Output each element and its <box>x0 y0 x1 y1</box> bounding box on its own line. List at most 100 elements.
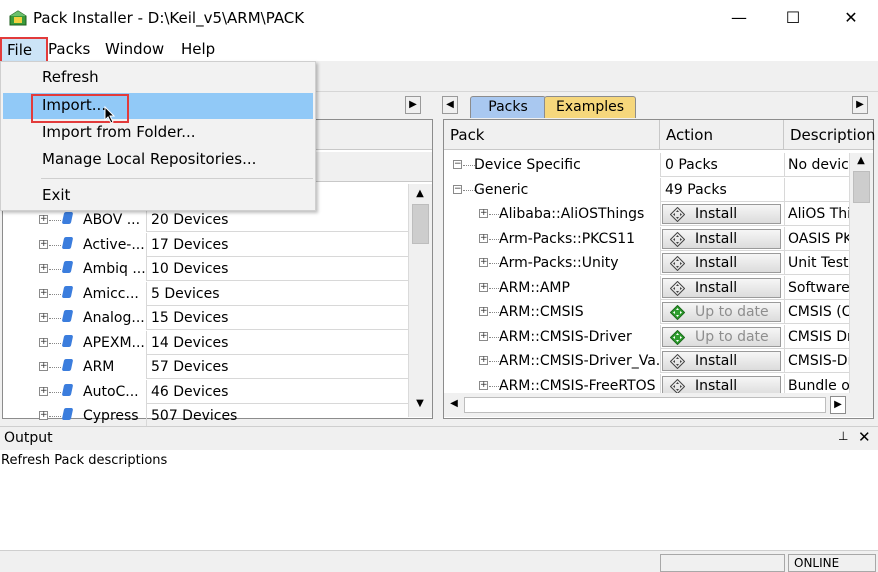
mouse-cursor-icon <box>104 106 116 124</box>
scroll-thumb[interactable] <box>412 204 429 244</box>
column-action[interactable]: Action <box>660 120 784 150</box>
device-vendor-row[interactable]: + AutoC... 46 Devices <box>3 379 408 404</box>
pack-row[interactable]: − Device Specific 0 Packs No device <box>444 153 849 177</box>
expand-icon[interactable]: + <box>39 215 48 224</box>
device-vendor-row[interactable]: + APEXM... 14 Devices <box>3 330 408 355</box>
menu-item-import-folder[interactable]: Import from Folder... <box>42 123 196 141</box>
action-label: Up to date <box>695 328 769 345</box>
collapse-icon[interactable]: − <box>453 184 462 194</box>
scroll-left-icon[interactable]: ◀ <box>446 396 462 414</box>
device-vendor-row[interactable]: + Ambiq ... 10 Devices <box>3 257 408 281</box>
minimize-button[interactable]: — <box>716 0 762 37</box>
device-chip-icon <box>61 334 74 347</box>
packs-hscroll[interactable]: ◀ ▶ <box>444 393 873 417</box>
tab-scroll-right-icon[interactable]: ▶ <box>852 96 868 114</box>
menu-item-exit[interactable]: Exit <box>42 186 70 204</box>
expand-icon[interactable]: + <box>39 288 48 298</box>
packs-vscroll[interactable]: ▲ <box>849 153 873 393</box>
collapse-icon[interactable]: − <box>453 160 462 169</box>
expand-icon[interactable]: + <box>39 264 48 273</box>
scroll-thumb[interactable] <box>853 171 870 203</box>
pack-name: ARM::AMP <box>499 279 570 296</box>
tab-packs[interactable]: Packs <box>470 96 546 118</box>
vendor-name: Cypress <box>83 408 139 424</box>
device-vendor-row[interactable]: + ABOV ... 20 Devices <box>3 208 408 232</box>
menu-item-manage-repos[interactable]: Manage Local Repositories... <box>42 150 256 168</box>
expand-icon[interactable]: + <box>39 411 48 420</box>
tab-scroll-left-icon[interactable]: ◀ <box>442 96 458 114</box>
menu-help[interactable]: Help <box>181 40 215 58</box>
expand-icon[interactable]: + <box>479 307 488 316</box>
up-to-date-button[interactable]: Up to date <box>662 302 781 322</box>
install-button[interactable]: Install <box>662 351 781 371</box>
pack-row[interactable]: + ARM::CMSIS-Driver_Va... Install CMSIS-Dr <box>444 349 849 373</box>
output-close-icon[interactable]: ✕ <box>858 428 871 446</box>
menu-window[interactable]: Window <box>105 40 164 58</box>
device-vendor-row[interactable]: + Cypress 507 Devices <box>3 404 408 428</box>
device-count: 15 Devices <box>151 310 229 326</box>
tree-line <box>49 220 61 221</box>
device-vendor-row[interactable]: + Analog... 15 Devices <box>3 306 408 330</box>
tab-scroll-right-icon[interactable]: ▶ <box>405 96 421 114</box>
grid-divider <box>784 153 785 177</box>
pack-row[interactable]: − Generic 49 Packs <box>444 177 849 202</box>
install-button[interactable]: Install <box>662 277 781 298</box>
maximize-button[interactable]: ☐ <box>770 0 816 37</box>
expand-icon[interactable]: + <box>479 380 488 390</box>
grid-divider <box>784 324 785 349</box>
expand-icon[interactable]: + <box>39 313 48 322</box>
title-bar: Pack Installer - D:\Keil_v5\ARM\PACK — ☐… <box>0 0 878 37</box>
scroll-up-icon[interactable]: ▲ <box>853 153 869 171</box>
tab-examples[interactable]: Examples <box>544 96 636 118</box>
expand-icon[interactable]: + <box>39 362 48 371</box>
vendor-name: Ambiq ... <box>83 261 145 277</box>
pack-description: Software c <box>788 279 849 296</box>
expand-icon[interactable]: + <box>39 337 48 347</box>
expand-icon[interactable]: + <box>479 258 488 267</box>
pack-row[interactable]: + ARM::CMSIS-Driver Up to date CMSIS Dri <box>444 324 849 349</box>
grid-divider <box>660 300 661 324</box>
tree-line <box>49 391 61 393</box>
pack-row[interactable]: + ARM::AMP Install Software c <box>444 275 849 300</box>
grid-divider <box>784 177 785 202</box>
hscroll-track[interactable] <box>464 397 826 413</box>
pack-row[interactable]: + ARM::CMSIS Up to date CMSIS (Co <box>444 300 849 324</box>
column-pack[interactable]: Pack <box>444 120 660 150</box>
scroll-right-icon[interactable]: ▶ <box>830 396 846 414</box>
close-button[interactable]: ✕ <box>828 0 874 37</box>
install-icon <box>670 256 685 271</box>
scroll-down-icon[interactable]: ▼ <box>412 396 428 414</box>
device-vendor-row[interactable]: + Active-... 17 Devices <box>3 232 408 257</box>
expand-icon[interactable]: + <box>39 386 48 396</box>
grid-divider <box>660 153 661 177</box>
pack-row[interactable]: + Arm-Packs::PKCS11 Install OASIS PKC <box>444 226 849 251</box>
devices-vscroll[interactable]: ▲ ▼ <box>408 184 432 417</box>
expand-icon[interactable]: + <box>39 239 48 249</box>
pack-row[interactable]: + Alibaba::AliOSThings Install AliOS Thir <box>444 202 849 226</box>
grid-divider <box>146 281 147 306</box>
pack-installer-icon <box>9 10 27 26</box>
expand-icon[interactable]: + <box>479 331 488 341</box>
menu-packs[interactable]: Packs <box>48 40 90 58</box>
install-button[interactable]: Install <box>662 228 781 249</box>
grid-divider <box>660 349 661 373</box>
grid-divider <box>784 226 785 251</box>
pack-row[interactable]: + Arm-Packs::Unity Install Unit Testir <box>444 251 849 275</box>
expand-icon[interactable]: + <box>479 356 488 365</box>
expand-icon[interactable]: + <box>479 209 488 218</box>
expand-icon[interactable]: + <box>479 282 488 292</box>
expand-icon[interactable]: + <box>479 233 488 243</box>
up-to-date-button[interactable]: Up to date <box>662 326 781 347</box>
column-description[interactable]: Description <box>784 120 875 150</box>
device-vendor-row[interactable]: + ARM 57 Devices <box>3 355 408 379</box>
scroll-up-icon[interactable]: ▲ <box>412 186 428 204</box>
menu-separator <box>41 178 313 179</box>
device-vendor-row[interactable]: + Amicc... 5 Devices <box>3 281 408 306</box>
vendor-name: AutoC... <box>83 383 139 400</box>
menu-item-refresh[interactable]: Refresh <box>42 68 99 86</box>
output-text-area[interactable]: Refresh Pack descriptions <box>0 450 878 550</box>
pin-icon[interactable]: ⊥ <box>838 429 848 443</box>
install-button[interactable]: Install <box>662 204 781 224</box>
device-count: 57 Devices <box>151 359 229 375</box>
install-button[interactable]: Install <box>662 253 781 273</box>
